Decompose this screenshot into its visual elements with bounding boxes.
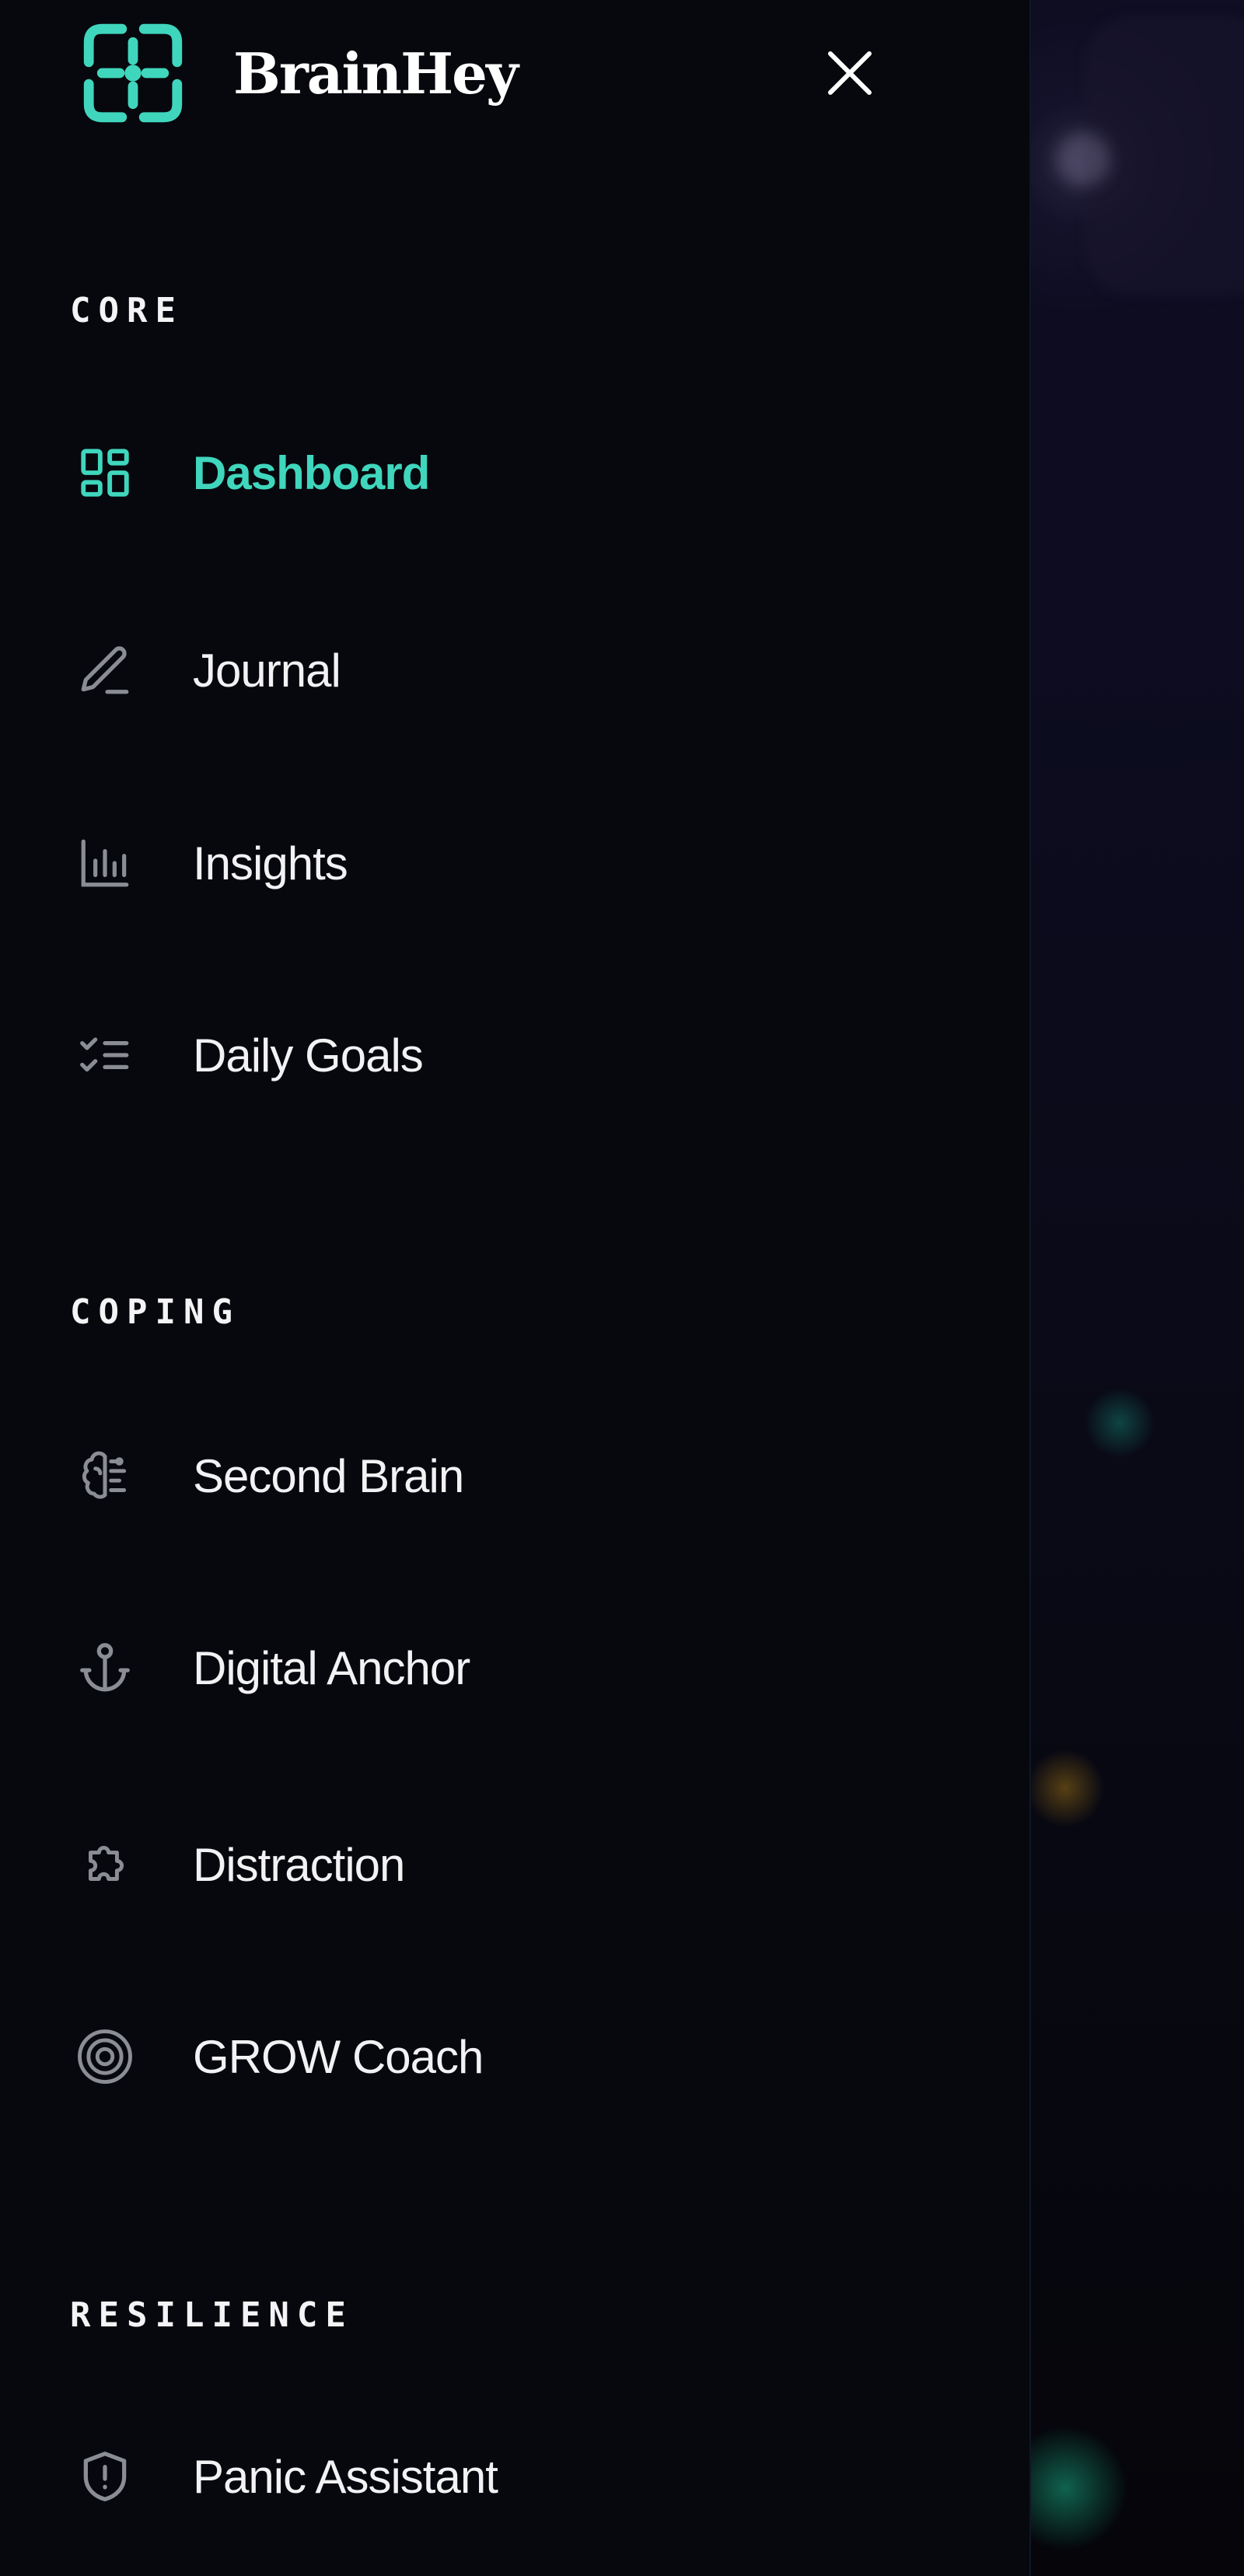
close-drawer-button[interactable]: [820, 44, 879, 103]
nav-item-daily-goals[interactable]: Daily Goals: [70, 1012, 964, 1098]
checklist-icon: [70, 1020, 140, 1090]
nav-item-dashboard[interactable]: Dashboard: [70, 430, 964, 516]
nav-label-second-brain: Second Brain: [193, 1449, 464, 1502]
nav-label-grow-coach: GROW Coach: [193, 2030, 484, 2083]
nav-item-digital-anchor[interactable]: Digital Anchor: [70, 1625, 964, 1711]
backdrop-avatar: [1056, 132, 1110, 187]
brain-icon: [70, 1441, 140, 1511]
nav-label-dashboard: Dashboard: [193, 446, 430, 499]
nav-item-journal[interactable]: Journal: [70, 627, 964, 713]
nav-label-digital-anchor: Digital Anchor: [193, 1641, 470, 1694]
nav-label-journal: Journal: [193, 644, 341, 697]
nav-label-daily-goals: Daily Goals: [193, 1029, 424, 1082]
close-icon: [828, 51, 872, 95]
shield-alert-icon: [70, 2441, 140, 2511]
nav-item-panic-assistant[interactable]: Panic Assistant: [70, 2434, 964, 2519]
nav-item-insights[interactable]: Insights: [70, 820, 964, 906]
brand[interactable]: BrainHey: [78, 17, 519, 129]
nav-item-second-brain[interactable]: Second Brain: [70, 1433, 964, 1519]
target-icon: [70, 2022, 140, 2092]
navigation-drawer: BrainHey CORE Dashboard Journal Insights…: [0, 0, 1031, 2576]
puzzle-icon: [70, 1830, 140, 1900]
dashboard-grid-icon: [70, 438, 140, 508]
nav-item-distraction[interactable]: Distraction: [70, 1822, 964, 1907]
section-label-resilience: RESILIENCE: [70, 2295, 354, 2335]
brand-name: BrainHey: [233, 40, 519, 107]
section-label-coping: COPING: [70, 1292, 240, 1332]
nav-label-panic-assistant: Panic Assistant: [193, 2450, 498, 2503]
nav-item-grow-coach[interactable]: GROW Coach: [70, 2014, 964, 2099]
nav-label-distraction: Distraction: [193, 1838, 405, 1891]
brainhey-logo-icon: [83, 23, 183, 123]
pencil-icon: [70, 635, 140, 705]
anchor-icon: [70, 1633, 140, 1703]
nav-label-insights: Insights: [193, 837, 348, 890]
bar-chart-icon: [70, 828, 140, 898]
section-label-core: CORE: [70, 291, 183, 330]
